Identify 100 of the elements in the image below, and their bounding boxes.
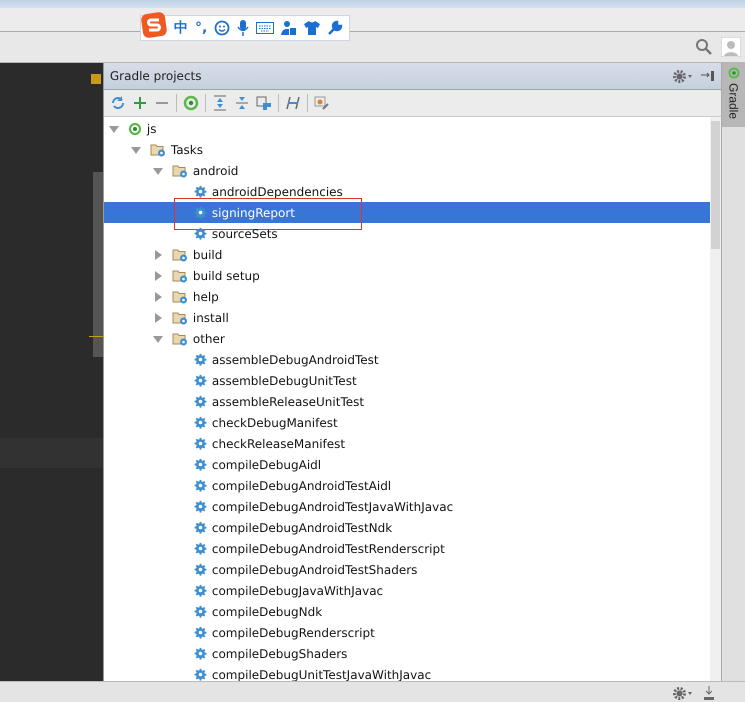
tree-row[interactable]: androidDependencies — [104, 181, 710, 202]
tree-item-label: compileDebugAndroidTestNdk — [212, 520, 392, 534]
tree-item-label: compileDebugRenderscript — [212, 626, 375, 640]
tree-row[interactable]: compileDebugAndroidTestAidl — [104, 475, 710, 496]
tree-row[interactable]: assembleReleaseUnitTest — [104, 391, 710, 412]
tree-item-label: install — [192, 310, 229, 324]
tree-row[interactable]: sourceSets — [104, 223, 710, 244]
tree-row[interactable]: build — [104, 244, 710, 265]
add-icon[interactable] — [132, 95, 148, 111]
tree-row[interactable]: compileDebugUnitTestJavaWithJavac — [104, 664, 710, 681]
expanded-arrow-icon[interactable] — [108, 124, 119, 134]
folder-gear-icon — [172, 290, 188, 304]
gear-icon — [194, 374, 207, 387]
tree-row[interactable]: signingReport — [104, 202, 710, 223]
collapsed-arrow-icon[interactable] — [152, 292, 163, 302]
tree-row[interactable]: compileDebugAndroidTestNdk — [104, 517, 710, 538]
smiley-icon[interactable] — [214, 20, 230, 36]
tree-item-label: checkDebugManifest — [212, 416, 338, 430]
tree-item-label: js — [146, 122, 156, 136]
offline-icon[interactable] — [284, 95, 301, 111]
gear-icon — [194, 437, 207, 450]
keyboard-icon[interactable] — [256, 22, 274, 34]
tree-item-label: sourceSets — [212, 226, 278, 240]
run-icon[interactable] — [182, 95, 199, 111]
gear-icon — [194, 185, 207, 198]
expanded-arrow-icon[interactable] — [152, 334, 163, 344]
search-icon[interactable] — [695, 38, 713, 56]
folder-gear-icon — [150, 142, 166, 156]
tree-row[interactable]: js — [104, 118, 710, 139]
settings-icon[interactable] — [673, 70, 693, 82]
microphone-icon[interactable] — [237, 20, 250, 36]
tree-item-label: compileDebugNdk — [212, 604, 322, 618]
expanded-arrow-icon[interactable] — [130, 144, 141, 154]
tree-row[interactable]: compileDebugAndroidTestRenderscript — [104, 538, 710, 559]
tree-item-label: checkReleaseManifest — [212, 436, 346, 450]
tree-row[interactable]: assembleDebugUnitTest — [104, 370, 710, 391]
user-icon[interactable] — [721, 37, 741, 57]
tree-item-label: build — [192, 248, 222, 262]
tree-item-label: assembleDebugAndroidTest — [212, 352, 379, 366]
wrench-icon[interactable] — [327, 20, 344, 36]
tree-item-label: compileDebugAndroidTestShaders — [212, 562, 418, 576]
gear-icon — [194, 227, 207, 240]
folder-gear-icon — [172, 268, 188, 282]
tree-row[interactable]: android — [104, 160, 710, 181]
project-icon — [128, 122, 142, 136]
tree-item-label: compileDebugShaders — [212, 646, 348, 660]
gear-icon — [194, 626, 207, 639]
tree-item-label: build setup — [192, 268, 260, 282]
gradle-side-tab[interactable]: Gradle — [722, 63, 745, 128]
collapsed-arrow-icon[interactable] — [152, 270, 163, 280]
tree-row[interactable]: checkDebugManifest — [104, 412, 710, 433]
settings-wrench-icon[interactable] — [314, 95, 330, 111]
collapse-all-icon[interactable] — [234, 95, 250, 111]
tree-row[interactable]: build setup — [104, 265, 710, 286]
gear-icon — [194, 500, 207, 513]
refresh-icon[interactable] — [110, 95, 126, 111]
tree-row[interactable]: compileDebugRenderscript — [104, 622, 710, 643]
tree-row[interactable]: help — [104, 286, 710, 307]
tree-item-label: compileDebugAndroidTestJavaWithJavac — [212, 500, 454, 514]
tree-item-label: compileDebugUnitTestJavaWithJavac — [212, 668, 432, 681]
tree-row[interactable]: compileDebugJavaWithJavac — [104, 580, 710, 601]
folder-gear-icon — [172, 332, 188, 346]
tree-item-label: compileDebugAndroidTestRenderscript — [212, 542, 445, 556]
logo-icon[interactable] — [141, 12, 167, 38]
tree-item-label: android — [192, 164, 238, 178]
gear-icon — [194, 521, 207, 534]
tree-row[interactable]: checkReleaseManifest — [104, 433, 710, 454]
tree-item-label: compileDebugAndroidTestAidl — [212, 478, 392, 492]
expand-all-icon[interactable] — [212, 95, 228, 111]
collapsed-arrow-icon[interactable] — [152, 312, 163, 322]
gear-icon — [194, 479, 207, 492]
tree-row[interactable]: compileDebugAidl — [104, 454, 710, 475]
shirt-icon[interactable] — [304, 20, 320, 36]
tree-row[interactable]: install — [104, 307, 710, 328]
gear-icon — [194, 395, 207, 408]
gear-icon — [194, 647, 207, 660]
folder-gear-icon — [172, 310, 188, 324]
ime-button[interactable]: 中 — [174, 19, 188, 37]
tree-row[interactable]: compileDebugAndroidTestJavaWithJavac — [104, 496, 710, 517]
hide-panel-icon[interactable] — [701, 70, 715, 82]
tree-item-label: signingReport — [212, 206, 296, 220]
tree-item-label: Tasks — [170, 142, 204, 156]
panel-title: Gradle projects — [110, 69, 202, 83]
tree-row[interactable]: compileDebugNdk — [104, 601, 710, 622]
gear-icon — [194, 542, 207, 555]
tree-row[interactable]: compileDebugShaders — [104, 643, 710, 664]
expanded-arrow-icon[interactable] — [152, 166, 163, 176]
tree-row[interactable]: compileDebugAndroidTestShaders — [104, 559, 710, 580]
user-lock-icon[interactable] — [281, 20, 298, 36]
tree-row[interactable]: assembleDebugAndroidTest — [104, 349, 710, 370]
collapsed-arrow-icon[interactable] — [152, 250, 163, 260]
ime-button[interactable]: °, — [195, 20, 208, 36]
gear-icon — [194, 563, 207, 576]
group-icon[interactable] — [256, 95, 272, 111]
tree-row[interactable]: Tasks — [104, 139, 710, 160]
scrollbar[interactable] — [710, 117, 721, 681]
tree-row[interactable]: other — [104, 328, 710, 349]
download-icon[interactable] — [703, 686, 715, 700]
tree-item-label: compileDebugAidl — [212, 458, 322, 472]
settings-icon[interactable] — [673, 686, 693, 700]
